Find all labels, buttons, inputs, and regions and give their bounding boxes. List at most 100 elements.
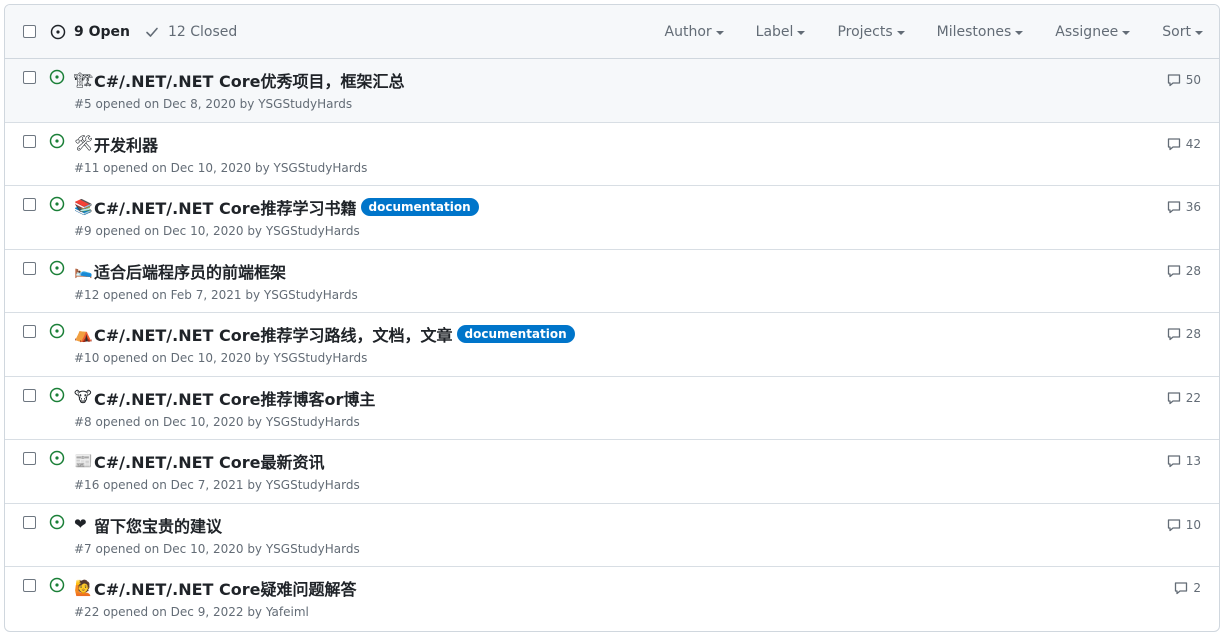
issue-meta: #11 opened on Dec 10, 2020 by YSGStudyHa… [74,160,368,175]
issue-meta: #22 opened on Dec 9, 2022 by Yafeiml [74,605,309,619]
issue-row[interactable]: 🙋 C#/.NET/.NET Core疑难问题解答 #22 opened on De… [5,567,1219,631]
comments-link[interactable]: 22 [1166,390,1201,406]
comment-icon [1167,391,1180,404]
issue-row[interactable]: ⛺ C#/.NET/.NET Core推荐学习路线，文档，文章 documentat… [5,313,1219,377]
issue-checkbox[interactable] [23,261,36,275]
comments-link[interactable]: 42 [1166,136,1201,152]
caret-down-icon [896,31,905,35]
issue-open-icon [49,514,65,529]
issue-row[interactable]: 🛠 开发利器 #11 opened on Dec 10, 2020 by YSGSt… [5,123,1219,186]
issue-title-link[interactable]: C#/.NET/.NET Core疑难问题解答 [94,576,357,600]
documentation-label[interactable]: documentation [360,198,479,216]
issue-emoji-icon: 📰 [74,451,93,470]
issue-title-link[interactable]: 留下您宝贵的建议 [94,513,222,537]
select-all-checkbox[interactable] [23,25,36,38]
issue-emoji-icon: 🐮 [74,388,92,406]
comment-icon [1167,74,1180,87]
caret-down-icon [1195,31,1203,35]
open-issues-link[interactable]: 9 Open [50,24,130,40]
issue-row[interactable]: 🐮 C#/.NET/.NET Core推荐博客or博主 #8 opened on D… [5,377,1219,440]
comment-count: 28 [1185,263,1201,278]
issue-title-line: 📚 C#/.NET/.NET Core推荐学习书籍 documentation [74,195,479,219]
comments-link[interactable]: 2 [1173,580,1201,596]
issue-open-icon [49,387,65,402]
issue-row[interactable]: 📚 C#/.NET/.NET Core推荐学习书籍 documentation #9 … [5,186,1219,250]
label-filter[interactable]: Label [756,24,806,40]
filter-bar: Author Label Projects Milestones Assigne… [665,5,1219,59]
issue-checkbox[interactable] [23,452,36,465]
issue-row[interactable]: 🏗 C#/.NET/.NET Core优秀项目，框架汇总 #5 opened on … [5,59,1219,123]
issue-row[interactable]: 🛌 适合后端程序员的前端框架 #12 opened on Feb 7, 2021 b… [5,250,1219,313]
comment-icon [1167,328,1180,341]
issue-row[interactable]: ❤ 留下您宝贵的建议 #7 opened on Dec 10, 2020 by YS… [5,504,1219,567]
issue-open-icon [49,260,65,275]
author-filter[interactable]: Author [665,24,724,40]
issue-open-icon [50,24,66,40]
comments-link[interactable]: 28 [1166,263,1201,279]
issue-title-line: 📰 C#/.NET/.NET Core最新资讯 [74,449,325,473]
issue-title-line: 🛌 适合后端程序员的前端框架 [74,259,286,283]
comment-count: 10 [1185,517,1201,532]
issue-meta: #12 opened on Feb 7, 2021 by YSGStudyHar… [74,287,358,302]
comments-link[interactable]: 36 [1166,199,1201,215]
issue-title-link[interactable]: C#/.NET/.NET Core最新资讯 [94,449,325,473]
issue-meta: #10 opened on Dec 10, 2020 by YSGStudyHa… [74,351,368,365]
issue-open-icon [49,69,65,85]
sort-filter[interactable]: Sort [1162,24,1203,40]
comment-icon [1167,137,1180,150]
documentation-label[interactable]: documentation [456,325,575,343]
issue-title-line: 🛠 开发利器 [74,132,158,156]
comment-count: 22 [1185,390,1201,405]
issue-emoji-icon: 📚 [74,197,93,216]
issue-title-link[interactable]: C#/.NET/.NET Core推荐博客or博主 [94,386,375,410]
issue-title-line: 🐮 C#/.NET/.NET Core推荐博客or博主 [74,386,375,410]
issue-emoji-icon: 🛠 [74,134,94,152]
closed-count-label: 12 Closed [168,24,238,40]
issue-checkbox[interactable] [23,134,36,148]
issue-title-link[interactable]: C#/.NET/.NET Core推荐学习路线，文档，文章 [94,322,453,346]
issue-open-icon [49,133,65,148]
issue-open-icon [49,577,65,593]
issue-title-line: 🙋 C#/.NET/.NET Core疑难问题解答 [74,576,357,600]
comments-link[interactable]: 10 [1166,517,1201,533]
label-filter-label: Label [755,24,794,40]
projects-filter[interactable]: Projects [837,24,905,40]
issue-emoji-icon: ❤ [74,515,87,533]
check-icon [146,27,158,37]
comment-count: 13 [1185,454,1201,468]
caret-down-icon [1122,31,1131,35]
issue-title-link[interactable]: 适合后端程序员的前端框架 [94,259,286,283]
state-toggle: 9 Open 12 Closed [50,5,251,59]
issue-title-line: 🏗 C#/.NET/.NET Core优秀项目，框架汇总 [74,68,405,92]
issue-title-link[interactable]: C#/.NET/.NET Core推荐学习书籍 [94,195,357,219]
closed-issues-link[interactable]: 12 Closed [144,24,237,40]
issue-row[interactable]: 📰 C#/.NET/.NET Core最新资讯 #16 opened on Dec … [5,440,1219,504]
issue-checkbox[interactable] [23,325,36,338]
issue-meta: #9 opened on Dec 10, 2020 by YSGStudyHar… [74,224,360,238]
comment-icon [1167,518,1180,531]
caret-down-icon [715,31,724,35]
issue-title-link[interactable]: 开发利器 [94,132,158,156]
issue-checkbox[interactable] [23,71,36,84]
issue-checkbox[interactable] [23,579,36,592]
issue-emoji-icon: 🛌 [74,261,93,279]
issue-emoji-icon: 🏗 [74,70,94,89]
comment-count: 28 [1185,327,1201,341]
comment-count: 2 [1193,581,1201,595]
comment-count: 50 [1185,73,1201,87]
issue-title-link[interactable]: C#/.NET/.NET Core优秀项目，框架汇总 [94,68,405,92]
assignee-filter[interactable]: Assignee [1055,24,1131,40]
milestones-filter[interactable]: Milestones [937,24,1024,40]
issue-checkbox[interactable] [23,515,36,529]
issue-meta: #8 opened on Dec 10, 2020 by YSGStudyHar… [74,414,360,429]
assignee-filter-label: Assignee [1055,24,1119,40]
comments-link[interactable]: 13 [1166,453,1201,469]
issue-checkbox[interactable] [23,198,36,211]
issue-title-line: ❤ 留下您宝贵的建议 [74,513,222,537]
comment-count: 36 [1185,200,1201,214]
comments-link[interactable]: 50 [1166,72,1201,88]
issue-checkbox[interactable] [23,388,36,402]
projects-filter-label: Projects [837,24,893,40]
comment-icon [1167,264,1180,277]
comments-link[interactable]: 28 [1166,326,1201,342]
